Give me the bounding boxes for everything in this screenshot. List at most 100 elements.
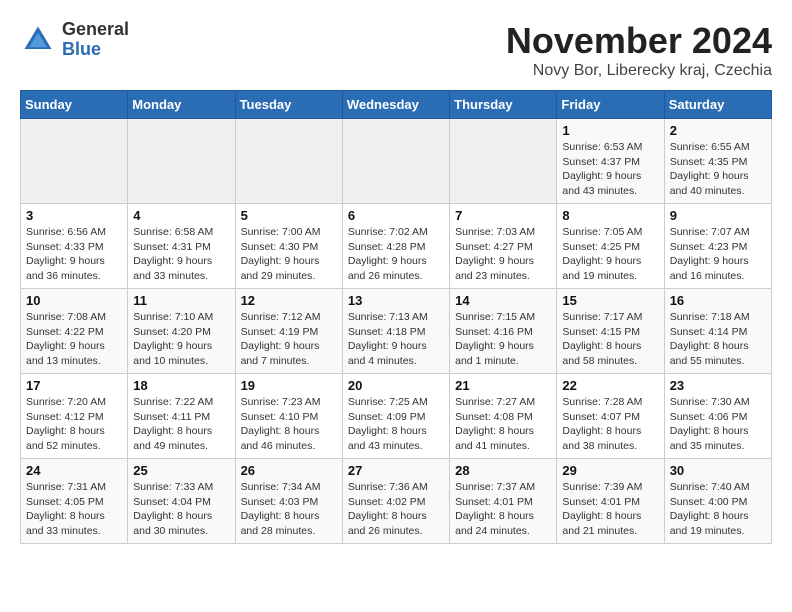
calendar-cell: 23 Sunrise: 7:30 AM Sunset: 4:06 PM Dayli… xyxy=(664,374,771,459)
day-number: 4 xyxy=(133,208,229,223)
calendar-cell: 1Sunrise: 6:53 AM Sunset: 4:37 PM Daylig… xyxy=(557,119,664,204)
day-number: 20 xyxy=(348,378,444,393)
day-number: 25 xyxy=(133,463,229,478)
day-info: Sunrise: 7:36 AM Sunset: 4:02 PM Dayligh… xyxy=(348,480,444,539)
day-number: 12 xyxy=(241,293,337,308)
day-number: 23 xyxy=(670,378,766,393)
day-info: Sunrise: 7:40 AM Sunset: 4:00 PM Dayligh… xyxy=(670,480,766,539)
calendar-cell: 11 Sunrise: 7:10 AM Sunset: 4:20 PM Dayli… xyxy=(128,289,235,374)
calendar-cell: 8 Sunrise: 7:05 AM Sunset: 4:25 PM Daylig… xyxy=(557,204,664,289)
page-subtitle: Novy Bor, Liberecky kraj, Czechia xyxy=(506,62,772,80)
calendar-cell xyxy=(342,119,449,204)
calendar-cell: 14 Sunrise: 7:15 AM Sunset: 4:16 PM Dayli… xyxy=(450,289,557,374)
logo-general: General xyxy=(62,20,129,40)
calendar-cell: 28Sunrise: 7:37 AM Sunset: 4:01 PM Dayli… xyxy=(450,459,557,544)
day-info: Sunrise: 6:55 AM Sunset: 4:35 PM Dayligh… xyxy=(670,140,766,199)
calendar-cell: 21Sunrise: 7:27 AM Sunset: 4:08 PM Dayli… xyxy=(450,374,557,459)
day-number: 7 xyxy=(455,208,551,223)
day-number: 22 xyxy=(562,378,658,393)
day-info: Sunrise: 7:23 AM Sunset: 4:10 PM Dayligh… xyxy=(241,395,337,454)
day-info: Sunrise: 7:10 AM Sunset: 4:20 PM Dayligh… xyxy=(133,310,229,369)
day-number: 11 xyxy=(133,293,229,308)
day-info: Sunrise: 7:33 AM Sunset: 4:04 PM Dayligh… xyxy=(133,480,229,539)
day-number: 3 xyxy=(26,208,122,223)
calendar-cell xyxy=(128,119,235,204)
calendar-cell: 25 Sunrise: 7:33 AM Sunset: 4:04 PM Dayli… xyxy=(128,459,235,544)
day-header-tuesday: Tuesday xyxy=(235,91,342,119)
logo-text: General Blue xyxy=(62,20,129,60)
day-info: Sunrise: 7:08 AM Sunset: 4:22 PM Dayligh… xyxy=(26,310,122,369)
day-number: 21 xyxy=(455,378,551,393)
day-number: 2 xyxy=(670,123,766,138)
logo-blue: Blue xyxy=(62,40,129,60)
calendar-cell: 29 Sunrise: 7:39 AM Sunset: 4:01 PM Dayli… xyxy=(557,459,664,544)
calendar-cell: 2 Sunrise: 6:55 AM Sunset: 4:35 PM Daylig… xyxy=(664,119,771,204)
day-info: Sunrise: 7:03 AM Sunset: 4:27 PM Dayligh… xyxy=(455,225,551,284)
day-header-wednesday: Wednesday xyxy=(342,91,449,119)
day-number: 30 xyxy=(670,463,766,478)
day-number: 28 xyxy=(455,463,551,478)
title-area: November 2024 Novy Bor, Liberecky kraj, … xyxy=(506,20,772,80)
day-info: Sunrise: 7:02 AM Sunset: 4:28 PM Dayligh… xyxy=(348,225,444,284)
day-info: Sunrise: 6:56 AM Sunset: 4:33 PM Dayligh… xyxy=(26,225,122,284)
calendar-cell: 5 Sunrise: 7:00 AM Sunset: 4:30 PM Daylig… xyxy=(235,204,342,289)
day-info: Sunrise: 7:05 AM Sunset: 4:25 PM Dayligh… xyxy=(562,225,658,284)
day-info: Sunrise: 7:00 AM Sunset: 4:30 PM Dayligh… xyxy=(241,225,337,284)
day-header-saturday: Saturday xyxy=(664,91,771,119)
calendar-header-row: SundayMondayTuesdayWednesdayThursdayFrid… xyxy=(21,91,772,119)
day-info: Sunrise: 7:17 AM Sunset: 4:15 PM Dayligh… xyxy=(562,310,658,369)
day-info: Sunrise: 7:15 AM Sunset: 4:16 PM Dayligh… xyxy=(455,310,551,369)
day-info: Sunrise: 7:20 AM Sunset: 4:12 PM Dayligh… xyxy=(26,395,122,454)
day-header-thursday: Thursday xyxy=(450,91,557,119)
calendar-cell xyxy=(21,119,128,204)
calendar-body: 1Sunrise: 6:53 AM Sunset: 4:37 PM Daylig… xyxy=(21,119,772,544)
calendar-cell: 13Sunrise: 7:13 AM Sunset: 4:18 PM Dayli… xyxy=(342,289,449,374)
calendar-cell xyxy=(235,119,342,204)
day-info: Sunrise: 7:22 AM Sunset: 4:11 PM Dayligh… xyxy=(133,395,229,454)
calendar-cell: 3 Sunrise: 6:56 AM Sunset: 4:33 PM Daylig… xyxy=(21,204,128,289)
day-number: 14 xyxy=(455,293,551,308)
calendar-cell: 15 Sunrise: 7:17 AM Sunset: 4:15 PM Dayli… xyxy=(557,289,664,374)
day-number: 15 xyxy=(562,293,658,308)
page-title: November 2024 xyxy=(506,20,772,62)
day-number: 27 xyxy=(348,463,444,478)
day-number: 26 xyxy=(241,463,337,478)
calendar-week-1: 1Sunrise: 6:53 AM Sunset: 4:37 PM Daylig… xyxy=(21,119,772,204)
calendar-week-5: 24Sunrise: 7:31 AM Sunset: 4:05 PM Dayli… xyxy=(21,459,772,544)
logo: General Blue xyxy=(20,20,129,60)
day-info: Sunrise: 7:13 AM Sunset: 4:18 PM Dayligh… xyxy=(348,310,444,369)
day-number: 24 xyxy=(26,463,122,478)
calendar-cell: 26 Sunrise: 7:34 AM Sunset: 4:03 PM Dayli… xyxy=(235,459,342,544)
day-number: 10 xyxy=(26,293,122,308)
calendar-cell: 4 Sunrise: 6:58 AM Sunset: 4:31 PM Daylig… xyxy=(128,204,235,289)
day-header-sunday: Sunday xyxy=(21,91,128,119)
day-number: 8 xyxy=(562,208,658,223)
calendar-cell: 30 Sunrise: 7:40 AM Sunset: 4:00 PM Dayli… xyxy=(664,459,771,544)
calendar-cell: 7 Sunrise: 7:03 AM Sunset: 4:27 PM Daylig… xyxy=(450,204,557,289)
calendar-cell: 19Sunrise: 7:23 AM Sunset: 4:10 PM Dayli… xyxy=(235,374,342,459)
day-number: 9 xyxy=(670,208,766,223)
calendar-cell: 16Sunrise: 7:18 AM Sunset: 4:14 PM Dayli… xyxy=(664,289,771,374)
calendar-cell: 24Sunrise: 7:31 AM Sunset: 4:05 PM Dayli… xyxy=(21,459,128,544)
calendar-cell: 27 Sunrise: 7:36 AM Sunset: 4:02 PM Dayli… xyxy=(342,459,449,544)
calendar-cell xyxy=(450,119,557,204)
calendar-cell: 12 Sunrise: 7:12 AM Sunset: 4:19 PM Dayli… xyxy=(235,289,342,374)
day-info: Sunrise: 7:34 AM Sunset: 4:03 PM Dayligh… xyxy=(241,480,337,539)
calendar-cell: 22Sunrise: 7:28 AM Sunset: 4:07 PM Dayli… xyxy=(557,374,664,459)
day-info: Sunrise: 7:07 AM Sunset: 4:23 PM Dayligh… xyxy=(670,225,766,284)
logo-icon xyxy=(20,22,56,58)
day-info: Sunrise: 7:30 AM Sunset: 4:06 PM Dayligh… xyxy=(670,395,766,454)
day-number: 29 xyxy=(562,463,658,478)
header: General Blue November 2024 Novy Bor, Lib… xyxy=(20,20,772,80)
day-info: Sunrise: 6:58 AM Sunset: 4:31 PM Dayligh… xyxy=(133,225,229,284)
day-number: 5 xyxy=(241,208,337,223)
calendar-table: SundayMondayTuesdayWednesdayThursdayFrid… xyxy=(20,90,772,544)
calendar-cell: 17Sunrise: 7:20 AM Sunset: 4:12 PM Dayli… xyxy=(21,374,128,459)
calendar-cell: 6 Sunrise: 7:02 AM Sunset: 4:28 PM Daylig… xyxy=(342,204,449,289)
day-number: 6 xyxy=(348,208,444,223)
calendar-week-4: 17Sunrise: 7:20 AM Sunset: 4:12 PM Dayli… xyxy=(21,374,772,459)
day-info: Sunrise: 7:12 AM Sunset: 4:19 PM Dayligh… xyxy=(241,310,337,369)
calendar-cell: 18Sunrise: 7:22 AM Sunset: 4:11 PM Dayli… xyxy=(128,374,235,459)
day-info: Sunrise: 7:39 AM Sunset: 4:01 PM Dayligh… xyxy=(562,480,658,539)
day-number: 16 xyxy=(670,293,766,308)
